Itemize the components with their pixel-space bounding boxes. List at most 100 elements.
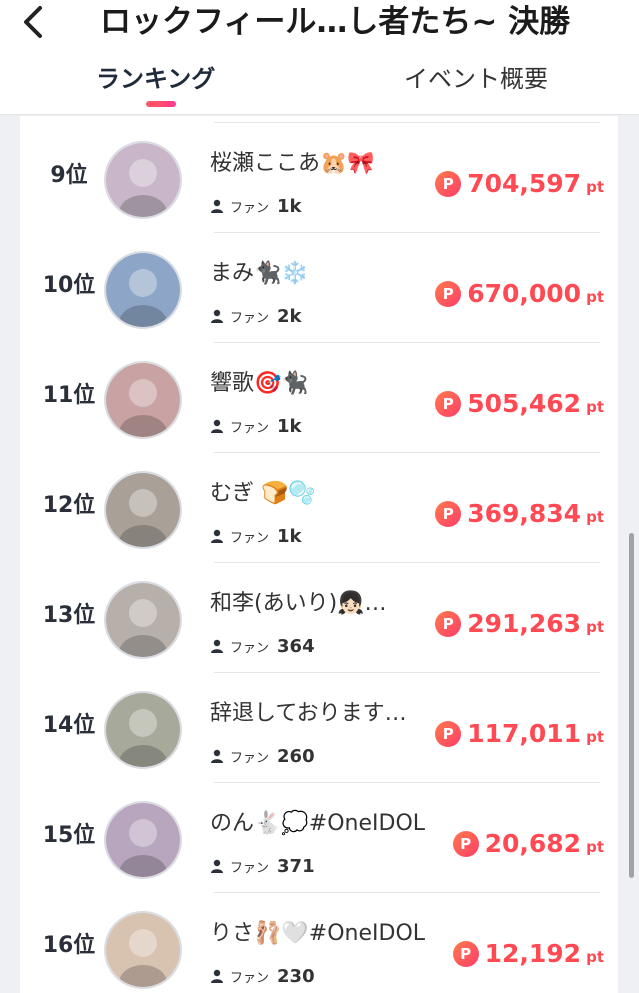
point-unit: pt xyxy=(586,838,604,856)
ranking-row[interactable]: 12位 むぎ 🍞🫧 ファン 1k P 369,834 pt xyxy=(20,453,618,563)
fan-label: ファン xyxy=(230,531,270,546)
fan-count: 230 xyxy=(277,966,315,987)
point-value: 369,834 xyxy=(467,499,582,528)
tab-ranking[interactable]: ランキング xyxy=(96,62,215,96)
point-value: 117,011 xyxy=(467,719,582,748)
ranking-row[interactable]: 15位 のん🐇💭#OneIDOL ファン 371 P 20,682 pt xyxy=(20,783,618,893)
avatar[interactable] xyxy=(104,801,182,879)
fan-count-row: ファン 2k xyxy=(210,305,302,331)
avatar[interactable] xyxy=(104,581,182,659)
fan-count-row: ファン 364 xyxy=(210,635,315,661)
point-unit: pt xyxy=(586,398,604,416)
avatar-image xyxy=(106,363,180,437)
rank-label: 13位 xyxy=(42,603,96,628)
person-icon xyxy=(211,199,223,213)
fan-count-row: ファン 1k xyxy=(210,415,302,441)
fan-label: ファン xyxy=(230,641,270,656)
member-name[interactable]: 桜瀬ここあ🐹🎀 xyxy=(210,149,375,179)
person-icon xyxy=(211,639,223,653)
points: P 670,000 pt xyxy=(435,277,604,314)
person-icon xyxy=(211,309,223,323)
person-icon xyxy=(211,969,223,983)
person-icon xyxy=(211,749,223,763)
fan-count: 2k xyxy=(277,306,302,327)
fan-count: 364 xyxy=(277,636,315,657)
point-icon: P xyxy=(435,501,462,527)
avatar-image xyxy=(106,693,180,767)
fan-count-row: ファン 260 xyxy=(210,745,315,771)
tab-event-overview[interactable]: イベント概要 xyxy=(404,62,548,96)
avatar-image xyxy=(106,583,180,657)
avatar-image xyxy=(106,473,180,547)
member-name[interactable]: むぎ 🍞🫧 xyxy=(210,479,316,509)
member-name[interactable]: りさ🩰🤍#OneIDOL xyxy=(210,919,425,949)
point-unit: pt xyxy=(586,618,604,636)
fan-count-row: ファン 1k xyxy=(210,195,302,221)
point-unit: pt xyxy=(586,508,604,526)
avatar[interactable] xyxy=(104,251,182,329)
point-icon: P xyxy=(435,391,462,417)
back-button[interactable] xyxy=(14,2,54,42)
person-icon xyxy=(211,529,223,543)
avatar[interactable] xyxy=(104,691,182,769)
points: P 704,597 pt xyxy=(435,167,604,204)
fan-label: ファン xyxy=(230,311,270,326)
app-header: ロックフィール…し者たち~ 決勝 ランキング イベント概要 xyxy=(0,0,639,115)
rank-label: 10位 xyxy=(42,273,96,298)
avatar-image xyxy=(106,803,180,877)
avatar[interactable] xyxy=(104,911,182,989)
fan-count: 260 xyxy=(277,746,315,767)
points: P 369,834 pt xyxy=(435,497,604,534)
avatar[interactable] xyxy=(104,141,182,219)
fan-label: ファン xyxy=(230,751,270,766)
points: P 291,263 pt xyxy=(435,607,604,644)
avatar[interactable] xyxy=(104,471,182,549)
points: P 117,011 pt xyxy=(435,717,604,754)
point-unit: pt xyxy=(586,948,604,966)
ranking-row[interactable]: 16位 りさ🩰🤍#OneIDOL ファン 230 P 12,192 pt xyxy=(20,893,618,993)
point-value: 12,192 xyxy=(484,939,582,968)
fan-label: ファン xyxy=(230,861,270,876)
point-value: 20,682 xyxy=(484,829,582,858)
fan-count: 371 xyxy=(277,856,315,877)
ranking-list: 9位 桜瀬ここあ🐹🎀 ファン 1k P 704,597 pt 10位 まみ🐈‍⬛❄️ ファン 2k P… xyxy=(20,116,618,993)
point-value: 291,263 xyxy=(467,609,582,638)
point-icon: P xyxy=(435,281,462,307)
fan-label: ファン xyxy=(230,421,270,436)
points: P 505,462 pt xyxy=(435,387,604,424)
fan-count-row: ファン 230 xyxy=(210,965,315,991)
fan-count-row: ファン 1k xyxy=(210,525,302,551)
member-name[interactable]: 響歌🎯🐈‍⬛ xyxy=(210,369,309,399)
ranking-row[interactable]: 11位 響歌🎯🐈‍⬛ ファン 1k P 505,462 pt xyxy=(20,343,618,453)
avatar-image xyxy=(106,253,180,327)
person-icon xyxy=(211,419,223,433)
ranking-row[interactable]: 9位 桜瀬ここあ🐹🎀 ファン 1k P 704,597 pt xyxy=(20,123,618,233)
ranking-row[interactable]: 14位 辞退しております… ファン 260 P 117,011 pt xyxy=(20,673,618,783)
page-title: ロックフィール…し者たち~ 決勝 xyxy=(100,4,571,40)
member-name[interactable]: まみ🐈‍⬛❄️ xyxy=(210,259,309,289)
member-name[interactable]: 和李(あいり)👧🏻… xyxy=(210,589,387,619)
avatar-image xyxy=(106,913,180,987)
ranking-row[interactable]: 13位 和李(あいり)👧🏻… ファン 364 P 291,263 pt xyxy=(20,563,618,673)
point-unit: pt xyxy=(586,288,604,306)
avatar-image xyxy=(106,143,180,217)
point-icon: P xyxy=(435,721,462,747)
point-value: 670,000 xyxy=(467,279,582,308)
fan-label: ファン xyxy=(230,201,270,216)
point-unit: pt xyxy=(586,728,604,746)
point-icon: P xyxy=(452,941,479,967)
fan-count-row: ファン 371 xyxy=(210,855,315,881)
avatar[interactable] xyxy=(104,361,182,439)
ranking-row[interactable]: 10位 まみ🐈‍⬛❄️ ファン 2k P 670,000 pt xyxy=(20,233,618,343)
point-icon: P xyxy=(452,831,479,857)
scrollbar[interactable] xyxy=(629,533,634,878)
active-tab-indicator xyxy=(146,101,176,107)
chevron-left-icon xyxy=(24,6,42,38)
points: P 20,682 pt xyxy=(452,827,604,864)
point-value: 704,597 xyxy=(467,169,582,198)
point-icon: P xyxy=(435,611,462,637)
member-name[interactable]: のん🐇💭#OneIDOL xyxy=(210,809,425,839)
fan-count: 1k xyxy=(277,416,302,437)
member-name[interactable]: 辞退しております… xyxy=(210,699,407,729)
rank-label: 14位 xyxy=(42,713,96,738)
